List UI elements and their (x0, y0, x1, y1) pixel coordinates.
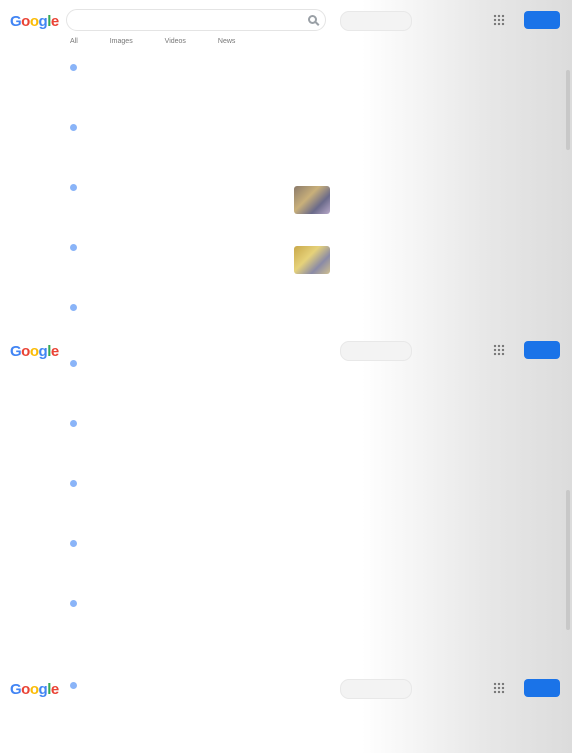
result-snippet (70, 564, 330, 580)
search-result[interactable] (70, 184, 330, 228)
sign-in-button[interactable] (524, 11, 560, 29)
grid-icon[interactable] (493, 14, 505, 26)
scrollbar[interactable] (566, 490, 570, 630)
logo-letter: G (10, 343, 22, 360)
google-logo[interactable]: Google (10, 681, 59, 698)
results-list (70, 682, 330, 742)
result-snippet (70, 706, 330, 722)
logo-letter: o (21, 13, 30, 30)
favicon-icon (70, 360, 77, 367)
search-result[interactable] (70, 600, 330, 644)
result-snippet (70, 624, 330, 640)
favicon-icon (70, 540, 77, 547)
logo-letter: e (50, 13, 59, 30)
search-result[interactable] (70, 360, 330, 404)
result-title[interactable] (70, 135, 330, 146)
tab-videos[interactable]: Videos (165, 38, 186, 45)
tab-all[interactable]: All (70, 38, 78, 45)
result-title[interactable] (70, 431, 330, 442)
search-tools-pill[interactable] (340, 341, 412, 361)
logo-letter: G (10, 681, 22, 698)
favicon-icon (70, 600, 77, 607)
search-result[interactable] (70, 64, 330, 108)
search-result[interactable] (70, 480, 330, 524)
search-frame-1: Google All Images Videos News (0, 0, 572, 330)
result-title[interactable] (70, 611, 330, 622)
favicon-icon (70, 420, 77, 427)
search-frame-2: Google (0, 330, 572, 668)
logo-letter: e (50, 681, 59, 698)
top-bar: Google (0, 0, 572, 40)
logo-letter: o (29, 13, 39, 30)
result-title[interactable] (70, 255, 330, 266)
search-result[interactable] (70, 540, 330, 584)
result-snippet (70, 148, 330, 164)
favicon-icon (70, 304, 77, 311)
result-snippet (70, 444, 330, 460)
side-shade (362, 0, 572, 330)
favicon-icon (70, 124, 77, 131)
result-thumbnail[interactable] (294, 186, 330, 214)
results-list (70, 360, 330, 660)
result-title[interactable] (70, 75, 330, 86)
grid-icon[interactable] (493, 682, 505, 694)
logo-letter: g (38, 13, 48, 30)
logo-letter: o (21, 343, 30, 360)
search-result[interactable] (70, 682, 330, 726)
favicon-icon (70, 244, 77, 251)
search-icon[interactable] (308, 15, 317, 24)
result-title[interactable] (70, 315, 330, 326)
result-title[interactable] (70, 371, 330, 382)
logo-letter: G (10, 13, 22, 30)
result-snippet (70, 504, 330, 520)
result-snippet (70, 208, 330, 224)
favicon-icon (70, 64, 77, 71)
logo-letter: e (50, 343, 59, 360)
result-snippet (70, 88, 330, 104)
favicon-icon (70, 480, 77, 487)
favicon-icon (70, 184, 77, 191)
result-snippet (70, 384, 330, 400)
search-result[interactable] (70, 244, 330, 288)
result-title[interactable] (70, 693, 330, 704)
search-tabs: All Images Videos News (70, 38, 265, 52)
result-thumbnail[interactable] (294, 246, 330, 274)
logo-letter: o (21, 681, 30, 698)
grid-icon[interactable] (493, 344, 505, 356)
result-title[interactable] (70, 551, 330, 562)
sign-in-button[interactable] (524, 679, 560, 697)
search-result[interactable] (70, 420, 330, 464)
results-list (70, 64, 330, 330)
search-tools-pill[interactable] (340, 679, 412, 699)
search-result[interactable] (70, 304, 330, 330)
tab-images[interactable]: Images (110, 38, 133, 45)
search-frame-3: Google (0, 668, 572, 753)
logo-letter: o (29, 343, 39, 360)
logo-letter: g (38, 681, 48, 698)
search-input[interactable] (66, 9, 326, 31)
side-shade (362, 330, 572, 668)
logo-letter: o (29, 681, 39, 698)
scrollbar[interactable] (566, 70, 570, 150)
sign-in-button[interactable] (524, 341, 560, 359)
search-result[interactable] (70, 124, 330, 168)
search-tools-pill[interactable] (340, 11, 412, 31)
google-logo[interactable]: Google (10, 13, 59, 30)
result-title[interactable] (70, 491, 330, 502)
logo-letter: g (38, 343, 48, 360)
result-snippet (70, 268, 330, 284)
favicon-icon (70, 682, 77, 689)
result-title[interactable] (70, 195, 330, 206)
tab-news[interactable]: News (218, 38, 236, 45)
google-logo[interactable]: Google (10, 343, 59, 360)
